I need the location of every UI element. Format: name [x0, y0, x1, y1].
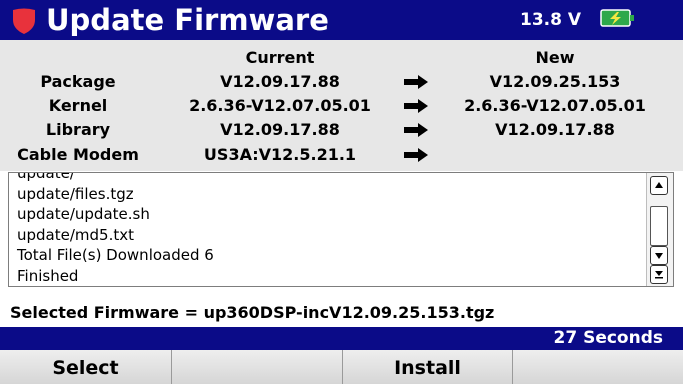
softkey-2[interactable]	[172, 350, 343, 384]
row-label-cable-modem: Cable Modem	[17, 145, 139, 164]
log-line: update/files.tgz	[17, 184, 134, 203]
column-header-new: New	[535, 48, 575, 67]
voltage-readout: 13.8 V	[520, 10, 582, 30]
scroll-down-button[interactable]	[650, 265, 668, 284]
kernel-new-version: 2.6.36-V12.07.05.01	[464, 96, 646, 115]
kernel-current-version: 2.6.36-V12.07.05.01	[189, 96, 371, 115]
library-current-version: V12.09.17.88	[220, 120, 340, 139]
softkey-bar: Select Install	[0, 350, 683, 384]
triangle-down-icon	[655, 271, 663, 279]
log-scrollbar[interactable]	[646, 173, 673, 286]
shield-icon	[13, 8, 35, 34]
log-lines: update/ update/files.tgz update/update.s…	[17, 172, 214, 286]
arrow-right-icon	[404, 99, 428, 113]
arrow-right-icon	[404, 148, 428, 162]
softkey-4[interactable]	[513, 350, 683, 384]
download-log[interactable]: update/ update/files.tgz update/update.s…	[8, 172, 674, 287]
title-bar: Update Firmware 13.8 V	[0, 0, 683, 40]
version-info-panel: Current New Package V12.09.17.88 V12.09.…	[0, 40, 683, 171]
triangle-up-icon	[655, 182, 663, 188]
row-label-library: Library	[45, 120, 111, 139]
arrow-right-icon	[404, 75, 428, 89]
log-line: update/	[17, 172, 75, 182]
log-line: Finished	[17, 266, 79, 285]
cable-modem-current-version: US3A:V12.5.21.1	[203, 145, 357, 164]
row-label-package: Package	[40, 72, 116, 91]
scroll-thumb[interactable]	[650, 206, 668, 246]
package-current-version: V12.09.17.88	[220, 72, 340, 91]
scroll-page-down-button[interactable]	[650, 246, 668, 265]
selected-firmware-text: Selected Firmware = up360DSP-incV12.09.2…	[10, 303, 495, 322]
arrow-right-icon	[404, 123, 428, 137]
page-title: Update Firmware	[46, 3, 329, 37]
log-line: Total File(s) Downloaded 6	[17, 246, 214, 264]
log-line: update/update.sh	[17, 205, 150, 223]
scroll-up-button[interactable]	[650, 176, 668, 195]
install-softkey[interactable]: Install	[343, 350, 513, 384]
triangle-down-icon	[655, 253, 663, 259]
countdown-status: 27 Seconds	[553, 328, 664, 348]
log-line: update/md5.txt	[17, 225, 134, 244]
battery-charging-icon	[600, 9, 634, 27]
row-label-kernel: Kernel	[48, 96, 108, 115]
column-header-current: Current	[245, 48, 315, 67]
select-softkey[interactable]: Select	[0, 350, 172, 384]
library-new-version: V12.09.17.88	[495, 120, 615, 139]
package-new-version: V12.09.25.153	[489, 72, 621, 91]
status-bar: 27 Seconds	[0, 327, 683, 350]
